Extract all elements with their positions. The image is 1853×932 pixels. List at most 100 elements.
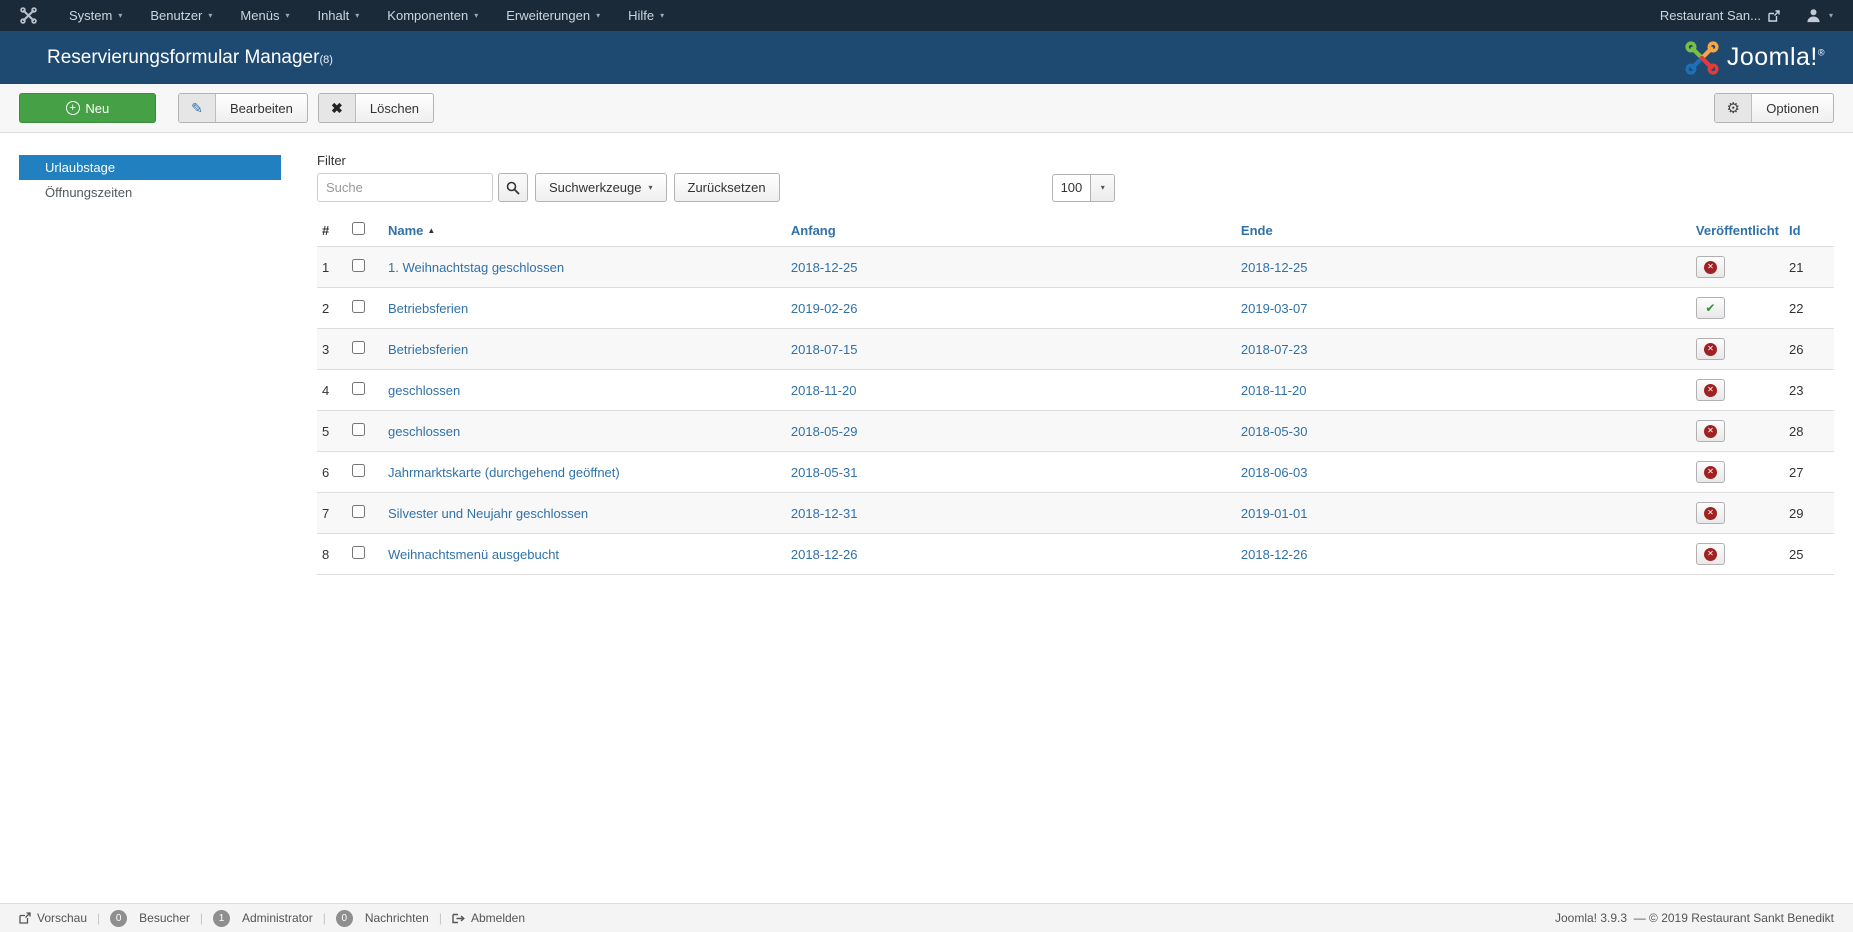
start-date-link[interactable]: 2018-12-31 (791, 506, 858, 521)
sidebar: Urlaubstage Öffnungszeiten (19, 155, 281, 205)
joomla-logo: Joomla!® (1685, 40, 1825, 75)
menu-komponenten[interactable]: Komponenten ▾ (375, 8, 490, 23)
item-name-link[interactable]: Weihnachtsmenü ausgebucht (388, 547, 559, 562)
item-id: 25 (1789, 546, 1804, 562)
unpublished-icon: ✕ (1703, 424, 1717, 438)
menu-benutzer[interactable]: Benutzer ▾ (138, 8, 224, 23)
external-link-icon (19, 912, 31, 924)
row-number: 8 (322, 546, 330, 562)
search-input[interactable] (317, 173, 493, 202)
item-name-link[interactable]: geschlossen (388, 424, 460, 439)
edit-button[interactable]: ✎ Bearbeiten (178, 93, 308, 123)
row-number: 7 (322, 505, 330, 521)
item-id: 29 (1789, 505, 1804, 521)
publish-toggle-button[interactable]: ✕ (1695, 502, 1725, 524)
options-button[interactable]: ⚙ Optionen (1714, 93, 1834, 123)
chevron-down-icon: ▾ (648, 182, 653, 192)
visitors-link[interactable]: 0 Besucher (110, 909, 190, 927)
list-limit-select[interactable]: 100 ▾ (1051, 173, 1116, 202)
publish-toggle-button[interactable]: ✕ (1695, 461, 1725, 483)
sidebar-item-urlaubstage[interactable]: Urlaubstage (19, 155, 281, 180)
new-button[interactable]: + Neu (19, 93, 156, 123)
start-date-link[interactable]: 2018-05-31 (791, 465, 858, 480)
end-date-link[interactable]: 2019-03-07 (1241, 301, 1308, 316)
main-menu: System ▾ Benutzer ▾ Menüs ▾ Inhalt ▾ Kompone… (57, 8, 676, 23)
row-checkbox[interactable] (352, 505, 365, 518)
messages-badge: 0 (335, 909, 353, 927)
start-date-link[interactable]: 2018-11-20 (791, 383, 857, 398)
row-checkbox[interactable] (352, 300, 365, 313)
table-row: 5 geschlossen 2018-05-29 2018-05-30 ✕ 28 (317, 410, 1834, 452)
content: Filter Suchwerkzeuge ▾ Zurücksetzen 100 … (317, 153, 1834, 575)
publish-toggle-button[interactable]: ✕ (1695, 379, 1725, 401)
item-name-link[interactable]: geschlossen (388, 383, 460, 398)
chevron-down-icon: ▾ (118, 10, 123, 20)
admins-link[interactable]: 1 Administrator (213, 909, 313, 927)
end-date-link[interactable]: 2019-01-01 (1241, 506, 1308, 521)
divider: | (438, 911, 442, 925)
sidebar-item-oeffnungszeiten[interactable]: Öffnungszeiten (19, 180, 281, 205)
row-checkbox[interactable] (352, 546, 365, 559)
publish-toggle-button[interactable]: ✕ (1695, 420, 1725, 442)
column-header-published[interactable]: Veröffentlicht (1696, 223, 1779, 238)
logout-link[interactable]: Abmelden (452, 911, 525, 925)
search-tools-button[interactable]: Suchwerkzeuge ▾ (535, 173, 667, 202)
row-number: 2 (322, 300, 330, 316)
publish-toggle-button[interactable]: ✕ (1695, 543, 1725, 565)
end-date-link[interactable]: 2018-12-26 (1241, 547, 1308, 562)
table-row: 1 1. Weihnachtstag geschlossen 2018-12-2… (317, 246, 1834, 288)
item-name-link[interactable]: Silvester und Neujahr geschlossen (388, 506, 588, 521)
row-checkbox[interactable] (352, 423, 365, 436)
end-date-link[interactable]: 2018-07-23 (1241, 342, 1308, 357)
footer-version: Joomla! 3.9.3 — © 2019 Restaurant Sankt … (1554, 911, 1834, 925)
divider: | (322, 911, 326, 925)
item-name-link[interactable]: Jahrmarktskarte (durchgehend geöffnet) (388, 465, 620, 480)
logout-icon (452, 913, 465, 923)
joomla-mini-icon[interactable] (20, 7, 37, 24)
preview-link[interactable]: Vorschau (19, 911, 87, 925)
row-checkbox[interactable] (352, 464, 365, 477)
menu-hilfe[interactable]: Hilfe ▾ (616, 8, 676, 23)
start-date-link[interactable]: 2019-02-26 (791, 301, 858, 316)
row-number: 5 (322, 423, 330, 439)
user-menu[interactable]: ▾ (1806, 8, 1833, 23)
item-id: 22 (1789, 300, 1804, 316)
end-date-link[interactable]: 2018-06-03 (1241, 465, 1308, 480)
unpublished-icon: ✕ (1703, 547, 1717, 561)
column-header-end[interactable]: Ende (1241, 223, 1273, 238)
row-checkbox[interactable] (352, 259, 365, 272)
delete-button[interactable]: ✖ Löschen (317, 93, 435, 123)
select-all-checkbox[interactable] (352, 222, 365, 235)
menu-system[interactable]: System ▾ (57, 8, 134, 23)
end-date-link[interactable]: 2018-05-30 (1241, 424, 1308, 439)
start-date-link[interactable]: 2018-07-15 (791, 342, 858, 357)
publish-toggle-button[interactable]: ✕ (1695, 256, 1725, 278)
divider: | (97, 911, 101, 925)
item-name-link[interactable]: Betriebsferien (388, 301, 468, 316)
end-date-link[interactable]: 2018-12-25 (1241, 260, 1308, 275)
messages-link[interactable]: 0 Nachrichten (335, 909, 429, 927)
column-header-id[interactable]: Id (1789, 223, 1801, 238)
column-header-start[interactable]: Anfang (791, 223, 836, 238)
row-checkbox[interactable] (352, 382, 365, 395)
reset-button[interactable]: Zurücksetzen (673, 173, 780, 202)
item-name-link[interactable]: Betriebsferien (388, 342, 468, 357)
menu-inhalt[interactable]: Inhalt ▾ (305, 8, 371, 23)
start-date-link[interactable]: 2018-12-26 (791, 547, 858, 562)
unpublished-icon: ✕ (1703, 506, 1717, 520)
end-date-link[interactable]: 2018-11-20 (1241, 383, 1307, 398)
filter-bar: Suchwerkzeuge ▾ Zurücksetzen 100 ▾ (317, 173, 1834, 202)
menu-erweiterungen[interactable]: Erweiterungen ▾ (494, 8, 612, 23)
start-date-link[interactable]: 2018-12-25 (791, 260, 858, 275)
row-checkbox[interactable] (352, 341, 365, 354)
item-name-link[interactable]: 1. Weihnachtstag geschlossen (388, 260, 564, 275)
column-header-name[interactable]: Name (388, 223, 423, 238)
publish-toggle-button[interactable]: ✕ (1695, 338, 1725, 360)
menu-menues[interactable]: Menüs ▾ (228, 8, 301, 23)
site-preview-link[interactable]: Restaurant San... (1660, 8, 1780, 23)
item-id: 23 (1789, 382, 1804, 398)
search-button[interactable] (498, 173, 528, 202)
start-date-link[interactable]: 2018-05-29 (791, 424, 858, 439)
item-id: 21 (1789, 259, 1804, 275)
publish-toggle-button[interactable]: ✔ (1695, 297, 1725, 319)
